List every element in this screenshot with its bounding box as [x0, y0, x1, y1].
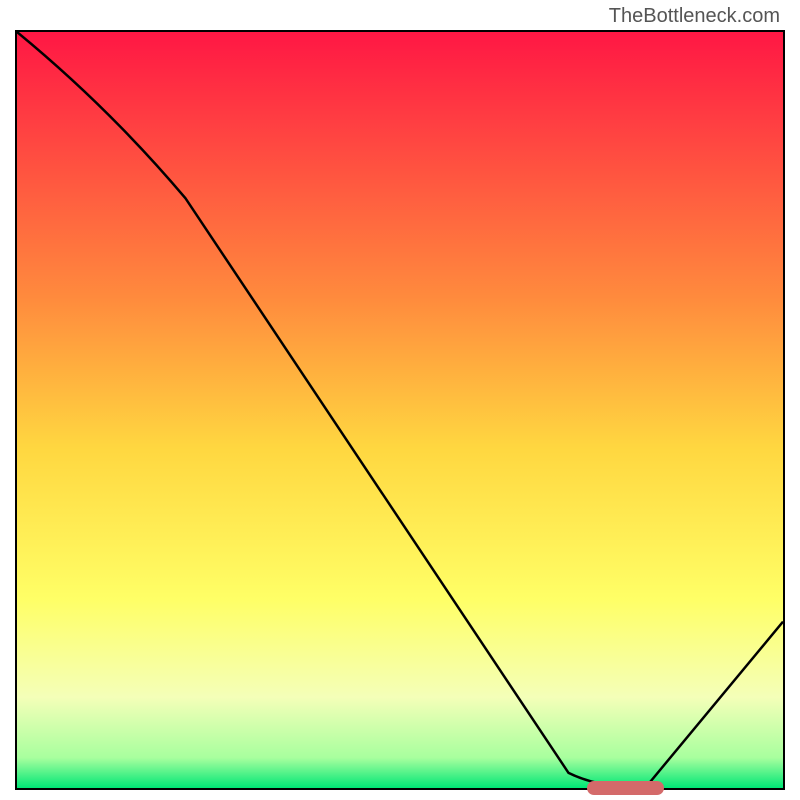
chart-plot-area [15, 30, 785, 790]
bottleneck-curve [17, 32, 783, 788]
chart-container: TheBottleneck.com [0, 0, 800, 800]
optimal-range-marker [587, 781, 664, 795]
watermark-text: TheBottleneck.com [609, 5, 780, 28]
